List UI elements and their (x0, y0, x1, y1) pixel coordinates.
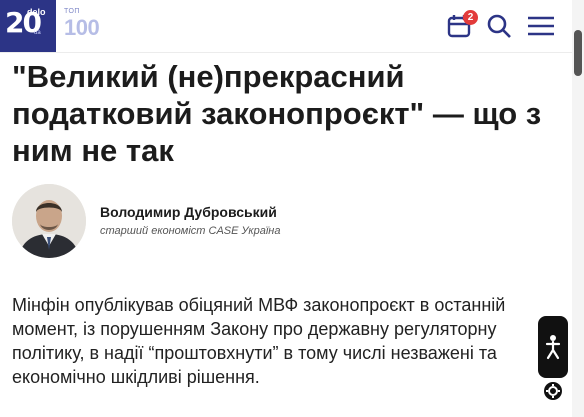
site-header: 20 delo ua ТОП 100 2 (0, 0, 572, 53)
page: 20 delo ua ТОП 100 2 "Великий (не)прекра… (0, 0, 584, 417)
settings-button[interactable] (543, 381, 563, 401)
author-avatar[interactable] (12, 184, 86, 258)
article-title: "Великий (не)прекрасний податковий закон… (12, 59, 542, 168)
top100-link[interactable]: ТОП 100 (64, 8, 100, 40)
logo-suffix: ua (34, 30, 41, 36)
author-role: старший економіст CASE Україна (100, 225, 281, 237)
notification-badge: 2 (463, 10, 478, 25)
site-logo[interactable]: 20 delo ua (0, 0, 56, 52)
scrollbar-thumb[interactable] (574, 30, 582, 76)
scrollbar[interactable] (572, 0, 584, 417)
author-name[interactable]: Володимир Дубровський (100, 204, 277, 220)
accessibility-icon (538, 335, 568, 382)
top100-big-label: 100 (64, 15, 100, 40)
article-lead: Мінфін опублікував обіцяний МВФ законопр… (12, 295, 506, 387)
search-icon[interactable] (485, 12, 513, 40)
logo-brand: delo (27, 7, 46, 17)
gear-icon (543, 382, 563, 405)
accessibility-button[interactable] (538, 316, 568, 378)
menu-icon[interactable] (526, 12, 554, 40)
